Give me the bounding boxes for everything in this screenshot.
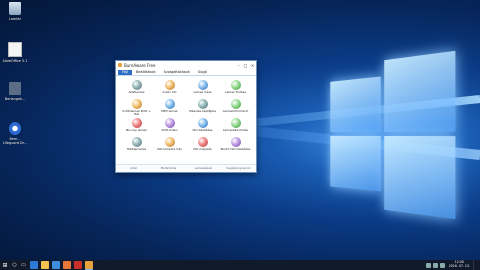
window-titlebar[interactable]: BurnAware Free – □ × xyxy=(116,61,256,69)
window-title: BurnAware Free xyxy=(124,62,156,68)
network-icon[interactable] xyxy=(425,262,431,268)
app-icon[interactable] xyxy=(73,261,82,269)
footer-category: Lemezképek xyxy=(194,166,213,170)
close-button[interactable]: × xyxy=(249,63,256,68)
minimize-button[interactable]: – xyxy=(235,63,242,68)
desktop-icon-application[interactable]: Barlangok... xyxy=(2,82,28,118)
store-icon[interactable] xyxy=(51,261,60,269)
menu-settings[interactable]: Beállítások xyxy=(132,70,160,75)
tool-tile[interactable]: ISO lemezre írás xyxy=(153,137,186,156)
menu-help[interactable]: Súgó xyxy=(194,70,211,75)
volume-icon[interactable] xyxy=(432,262,438,268)
burnaware-window: BurnAware Free – □ × Fájl Beállítások Sz… xyxy=(115,60,257,173)
tool-icon xyxy=(230,137,241,147)
search-icon[interactable]: ○ xyxy=(10,260,19,270)
maximize-button[interactable]: □ xyxy=(242,63,249,68)
tool-tile[interactable]: Indítólemez DVD + ISO xyxy=(120,99,153,118)
tool-tile[interactable]: Lemezellenőrzés xyxy=(219,118,252,137)
tool-icon xyxy=(197,99,208,109)
tool-tile[interactable]: Lemez írása xyxy=(186,80,219,99)
tool-icon xyxy=(131,80,142,90)
tool-icon xyxy=(230,99,241,109)
tool-label: Blu-ray lemez xyxy=(126,128,147,132)
tool-tile[interactable]: Adatlemez xyxy=(120,80,153,99)
app-logo-icon xyxy=(118,63,122,67)
app-circle-icon xyxy=(9,122,21,135)
desktop-icon-libreoffice[interactable]: LibreOffice 5.1 xyxy=(2,42,28,78)
tool-tile[interactable]: Másolás képfájlba xyxy=(186,99,219,118)
tool-tile[interactable]: MP3 lemez xyxy=(153,99,186,118)
tool-label: Lemezellenőrzés xyxy=(222,128,249,132)
clock-date: 2016. 07. 13. xyxy=(448,264,470,268)
tool-icon xyxy=(164,99,175,109)
menu-services[interactable]: Szolgáltatások xyxy=(160,70,194,75)
tool-label: Lemez törlése xyxy=(224,90,247,94)
file-explorer-icon[interactable] xyxy=(40,261,49,269)
show-desktop-button[interactable] xyxy=(473,260,480,270)
tool-icon xyxy=(164,80,175,90)
tool-label: Lemez írása xyxy=(193,90,212,94)
footer-category: Segédprogramok xyxy=(226,166,251,170)
menu-file[interactable]: Fájl xyxy=(118,70,132,75)
tool-tile[interactable]: ISO készítése xyxy=(186,118,219,137)
menu-bar: Fájl Beállítások Szolgáltatások Súgó xyxy=(116,69,256,76)
tool-tile[interactable]: Lemezinformáció xyxy=(219,99,252,118)
recycle-bin-icon xyxy=(9,2,21,15)
keyboard-layout-icon[interactable] xyxy=(439,262,445,268)
tool-tile[interactable]: DVD-Video xyxy=(153,118,186,137)
tool-tile[interactable]: Blu-ray lemez xyxy=(120,118,153,137)
desktop-icons: Lomtár LibreOffice 5.1 Barlangok... Bem.… xyxy=(2,2,30,162)
tool-icon xyxy=(197,118,208,128)
tool-label: Másolás képfájlba xyxy=(189,109,216,113)
taskbar: ⊞ ○ ▭ 12:00 2016. 07. 13. xyxy=(0,260,480,270)
tool-label: Többlemezes xyxy=(126,147,147,151)
footer-category: Multimédia xyxy=(160,166,177,170)
category-footer: Adat Multimédia Lemezképek Segédprogramo… xyxy=(116,164,256,172)
tool-icon xyxy=(131,118,142,128)
start-button[interactable]: ⊞ xyxy=(0,260,10,270)
desktop-icon-app[interactable]: Bem... Lifeguard Dr... xyxy=(2,122,28,158)
tool-grid: Adatlemez Audio CD Lemez írása Lemez törlés… xyxy=(116,76,256,156)
tool-icon xyxy=(197,80,208,90)
firefox-icon[interactable] xyxy=(62,261,71,269)
tool-label: MP3 lemez xyxy=(161,109,178,113)
tool-label: ISO lemezre írás xyxy=(157,147,182,151)
tool-icon xyxy=(230,118,241,128)
tool-label: Bontó ISO készítése xyxy=(220,147,251,151)
tool-icon xyxy=(197,137,208,147)
tool-label: Lemezinformáció xyxy=(222,109,249,113)
tool-label: Adatlemez xyxy=(128,90,145,94)
tool-tile[interactable]: Bontó ISO készítése xyxy=(219,137,252,156)
application-icon xyxy=(9,82,21,95)
tool-label: DVD-Video xyxy=(161,128,178,132)
footer-category: Adat xyxy=(130,166,137,170)
clock[interactable]: 12:00 2016. 07. 13. xyxy=(446,261,473,268)
tool-label: ISO készítése xyxy=(192,128,213,132)
tool-label: Audio CD xyxy=(162,90,177,94)
document-icon xyxy=(8,42,22,57)
tool-icon xyxy=(164,137,175,147)
burnaware-taskbar-icon[interactable] xyxy=(84,260,93,270)
tool-tile[interactable]: Audio CD xyxy=(153,80,186,99)
task-view-icon[interactable]: ▭ xyxy=(19,260,28,270)
system-tray xyxy=(425,262,446,268)
desktop-icon-recycle-bin[interactable]: Lomtár xyxy=(2,2,28,38)
edge-icon[interactable] xyxy=(29,261,38,269)
windows-logo-wallpaper xyxy=(330,50,456,220)
tool-icon xyxy=(230,80,241,90)
tool-icon xyxy=(131,99,142,109)
tool-tile[interactable]: Többlemezes xyxy=(120,137,153,156)
tool-label: Indítólemez DVD + ISO xyxy=(122,109,151,117)
tool-tile[interactable]: ISO másolás xyxy=(186,137,219,156)
tool-label: ISO másolás xyxy=(193,147,212,151)
tool-icon xyxy=(131,137,142,147)
tool-tile[interactable]: Lemez törlése xyxy=(219,80,252,99)
tool-icon xyxy=(164,118,175,128)
